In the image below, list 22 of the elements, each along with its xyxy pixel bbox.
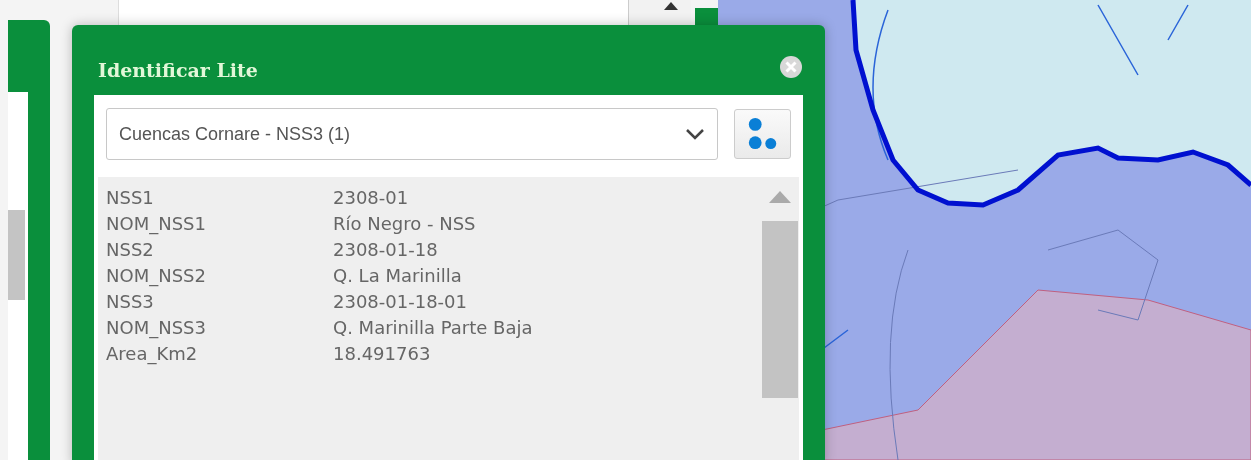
layer-select[interactable]: Cuencas Cornare - NSS3 (1) <box>106 108 718 160</box>
chevron-down-icon <box>685 128 705 140</box>
attribute-name: NOM_NSS1 <box>106 212 207 237</box>
attribute-name: NSS2 <box>106 238 155 262</box>
attribute-value: Q. La Marinilla <box>333 264 463 288</box>
attribute-value: Río Negro - NSS <box>333 212 477 236</box>
scroll-up-icon[interactable] <box>664 2 678 10</box>
attribute-value: 2308-01 <box>333 186 410 210</box>
attribute-value: 18.491763 <box>333 342 432 366</box>
attribute-name: NOM_NSS2 <box>106 264 207 289</box>
attribute-value: Q. Marinilla Parte Baja <box>333 316 534 340</box>
attribute-value: 2308-01-18 <box>333 238 439 262</box>
attribute-name: NSS1 <box>106 186 155 210</box>
attribute-name: NSS3 <box>106 290 155 314</box>
dots-icon-button[interactable] <box>734 109 791 159</box>
close-icon[interactable] <box>779 55 803 79</box>
dialog-title: Identificar Lite <box>98 59 258 81</box>
attribute-value: 2308-01-18-01 <box>333 290 468 314</box>
attribute-name: NOM_NSS3 <box>106 316 207 341</box>
dots-icon <box>747 118 778 150</box>
scrollbar-thumb[interactable] <box>762 221 798 398</box>
attribute-name: Area_Km2 <box>106 342 199 367</box>
